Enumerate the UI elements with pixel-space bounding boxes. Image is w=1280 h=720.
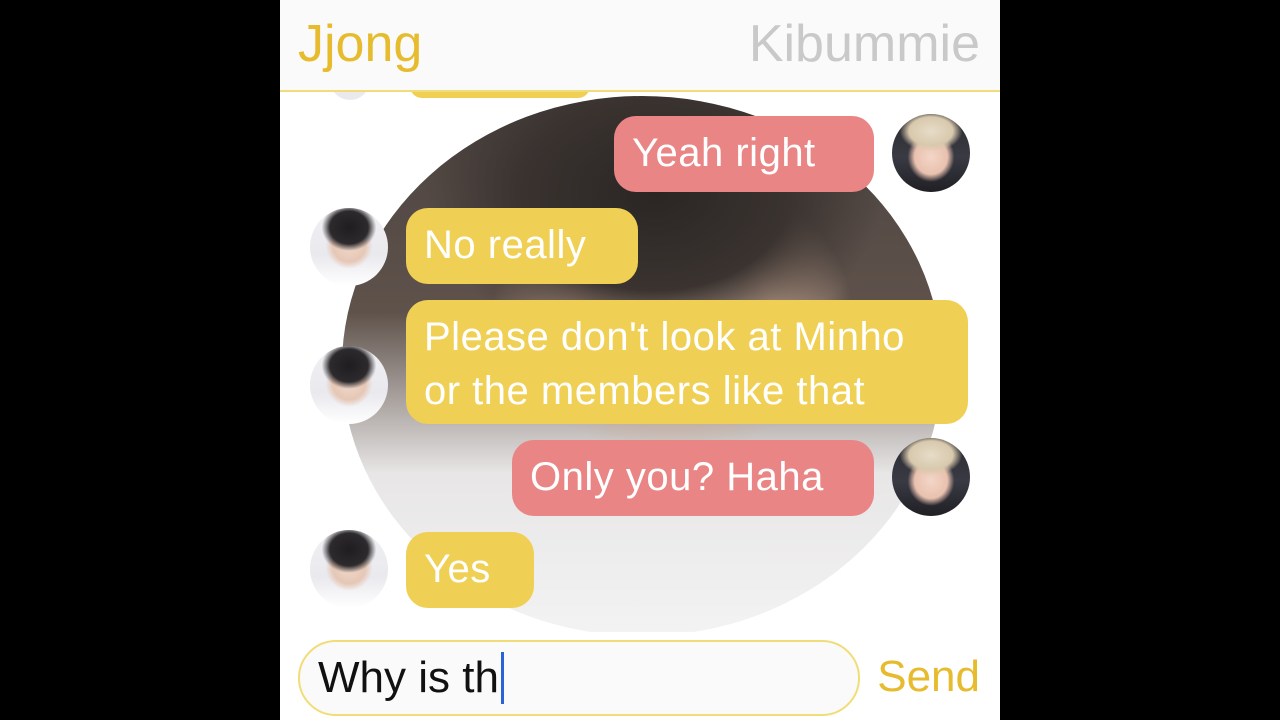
kibum-avatar[interactable] [892,438,970,516]
text-caret [500,652,504,704]
message-bubble-sent[interactable]: Only you? Haha [512,440,874,516]
avatar-photo-icon [310,530,388,608]
message-bubble-received[interactable]: No really [406,208,638,284]
avatar-photo-icon [892,438,970,516]
avatar-photo-icon [310,346,388,424]
message-bubble-received[interactable]: Please don't look at Minho or the member… [406,300,968,424]
avatar-photo-icon [310,208,388,286]
jong-avatar[interactable] [310,208,388,286]
avatar-photo-icon [892,114,970,192]
jong-avatar[interactable] [310,346,388,424]
chat-header: Jjong Kibummie [280,0,1000,92]
message-bubble-sent[interactable]: Yeah right [614,116,874,192]
jong-avatar[interactable] [310,530,388,608]
contact-name-left[interactable]: Jjong [298,14,422,74]
message-input[interactable]: Why is th [298,640,860,716]
message-bubble-received[interactable]: Yes [406,532,534,608]
chat-screen: Jjong Kibummie Yeah right No really Plea… [280,0,1000,720]
partial-message-bubble [410,92,590,98]
message-input-text: Why is th [318,653,499,702]
message-list[interactable]: Yeah right No really Please don't look a… [280,92,1000,632]
composer-bar: Why is th Send [280,632,1000,720]
send-button[interactable]: Send [877,652,980,702]
contact-name-right[interactable]: Kibummie [749,14,980,74]
message-line: or the members like that [424,369,866,413]
partial-avatar [330,92,370,100]
message-line: Please don't look at Minho [424,315,905,359]
kibum-avatar[interactable] [892,114,970,192]
